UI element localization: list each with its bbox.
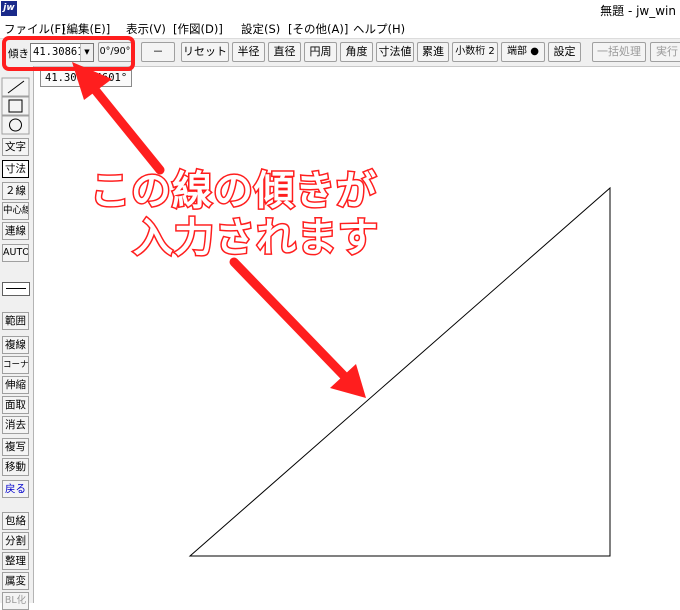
execute-button[interactable]: 実行 (650, 42, 680, 62)
angle-highlight-box (2, 36, 135, 71)
title-bar: jw 無題 - jw_win (0, 0, 680, 18)
center-line-tool-button[interactable]: 中心線 (2, 202, 29, 220)
decimal-places-button[interactable]: 小数桁 2 (452, 42, 498, 62)
left-toolbar: 文字 寸法 ２線 中心線 連線 AUTO 範囲 複線 コーナー 伸縮 面取 消去… (0, 66, 34, 610)
menu-file[interactable]: ファイル(F) (4, 21, 66, 37)
menu-settings[interactable]: 設定(S) (241, 21, 280, 37)
menu-edit[interactable]: [編集(E)] (62, 21, 110, 37)
divide-tool-button[interactable]: 分割 (2, 532, 29, 550)
erase-tool-button[interactable]: 消去 (2, 416, 29, 434)
line-type-indicator[interactable] (2, 282, 30, 296)
parallel-line-tool-button[interactable]: 複線 (2, 336, 29, 354)
diameter-button[interactable]: 直径 (268, 42, 301, 62)
circumference-button[interactable]: 円周 (304, 42, 337, 62)
block-tool-button[interactable]: BL化 (2, 592, 29, 610)
menu-other[interactable]: [その他(A)] (288, 21, 348, 37)
double-line-tool-button[interactable]: ２線 (2, 182, 29, 200)
envelope-tool-button[interactable]: 包絡 (2, 512, 29, 530)
app-icon[interactable]: jw (1, 1, 17, 16)
angle-button[interactable]: 角度 (340, 42, 373, 62)
angle-hint-tooltip: 41.308614601° (40, 70, 132, 87)
drawing-svg (188, 186, 611, 557)
drawing-canvas[interactable] (34, 67, 680, 603)
chamfer-tool-button[interactable]: 面取 (2, 396, 29, 414)
corner-tool-button[interactable]: コーナー (2, 356, 29, 374)
radius-button[interactable]: 半径 (232, 42, 265, 62)
dimension-value-button[interactable]: 寸法値 (376, 42, 414, 62)
reset-button[interactable]: リセット (181, 42, 229, 62)
text-tool-button[interactable]: 文字 (2, 138, 29, 156)
settings-button[interactable]: 設定 (548, 42, 581, 62)
menu-view[interactable]: 表示(V) (126, 21, 166, 37)
dimension-tool-button[interactable]: 寸法 (2, 160, 29, 178)
window-title: 無題 - jw_win (600, 4, 676, 18)
auto-tool-button[interactable]: AUTO (2, 244, 29, 262)
copy-tool-button[interactable]: 複写 (2, 438, 29, 456)
shape-tools (1, 77, 30, 135)
menu-help[interactable]: ヘルプ(H) (353, 21, 405, 37)
range-tool-button[interactable]: 範囲 (2, 312, 29, 330)
continuous-line-tool-button[interactable]: 連線 (2, 222, 29, 240)
stretch-tool-button[interactable]: 伸縮 (2, 376, 29, 394)
end-marker-button[interactable]: 端部 ● (501, 42, 545, 62)
menu-draw[interactable]: [作図(D)] (173, 21, 223, 37)
attribute-change-button[interactable]: 属変 (2, 572, 29, 590)
rectangle-tool-icon[interactable] (1, 96, 30, 116)
line-tool-icon[interactable] (1, 77, 30, 97)
organize-tool-button[interactable]: 整理 (2, 552, 29, 570)
batch-process-button[interactable]: 一括処理 (592, 42, 646, 62)
annotation-line-2: 入力されます (132, 214, 380, 263)
undo-button[interactable]: 戻る (2, 480, 29, 498)
progressive-button[interactable]: 累進 (417, 42, 449, 62)
move-tool-button[interactable]: 移動 (2, 458, 29, 476)
dash-button[interactable]: － (141, 42, 175, 62)
circle-tool-icon[interactable] (1, 115, 30, 135)
